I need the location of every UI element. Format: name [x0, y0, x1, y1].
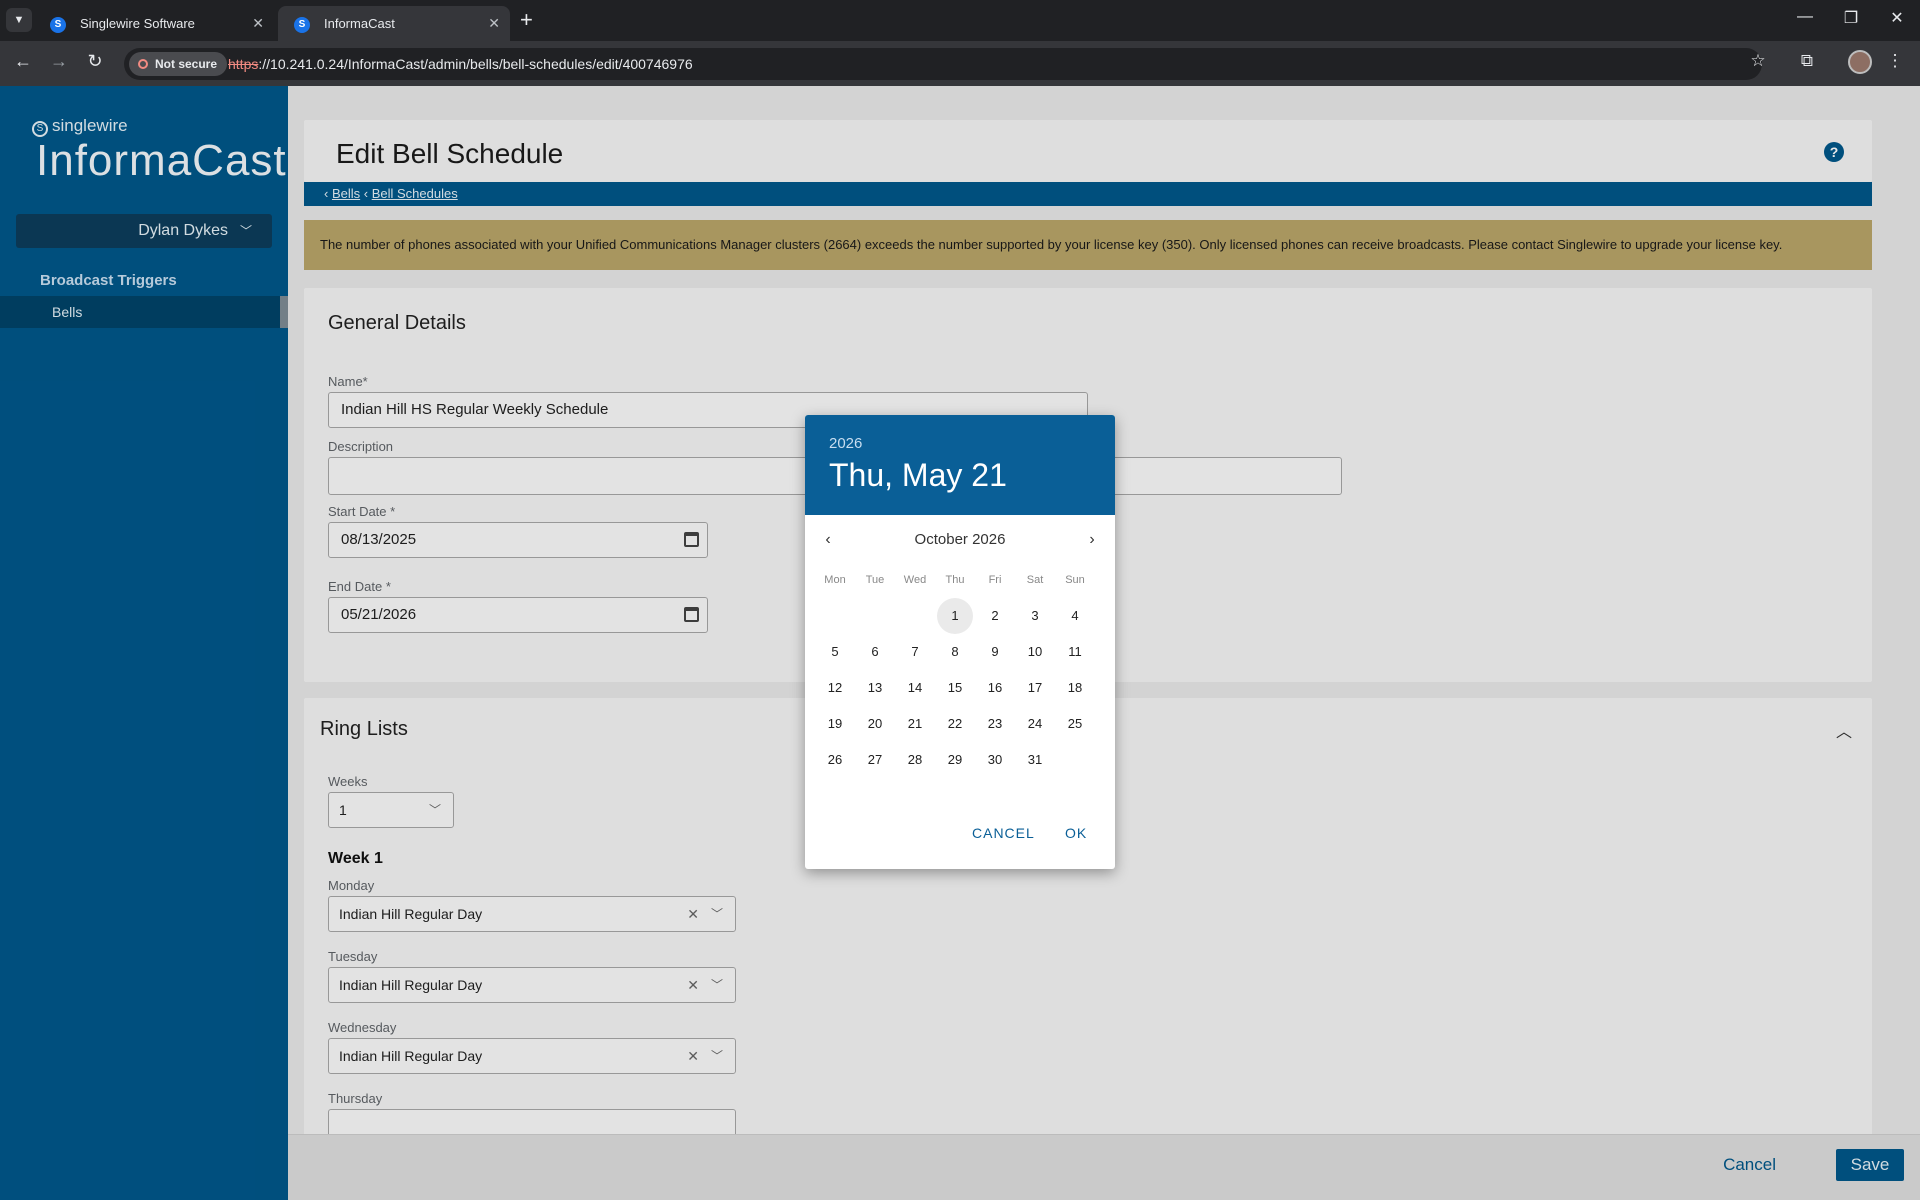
tab-search-button[interactable]: ▼	[6, 8, 32, 32]
calendar-day[interactable]: 2	[977, 598, 1013, 634]
calendar-day[interactable]: 16	[977, 670, 1013, 706]
browser-tab-informacast[interactable]: S InformaCast ✕	[278, 6, 510, 41]
singlewire-icon: S	[294, 17, 310, 33]
calendar-day[interactable]: 30	[977, 742, 1013, 778]
new-tab-button[interactable]: +	[520, 8, 533, 32]
tab-title: InformaCast	[324, 16, 395, 31]
previous-month-icon[interactable]: ‹	[818, 531, 838, 549]
calendar-day[interactable]: 10	[1017, 634, 1053, 670]
date-picker-header: 2026 Thu, May 21	[805, 415, 1115, 515]
calendar-day[interactable]: 28	[897, 742, 933, 778]
calendar-day[interactable]: 1	[937, 598, 973, 634]
calendar-day[interactable]: 17	[1017, 670, 1053, 706]
back-icon[interactable]: ←	[10, 51, 36, 72]
calendar-day[interactable]: 9	[977, 634, 1013, 670]
close-tab-icon[interactable]: ✕	[488, 6, 500, 41]
calendar-day[interactable]: 8	[937, 634, 973, 670]
calendar-day[interactable]: 14	[897, 670, 933, 706]
weekday-label: Sun	[1065, 574, 1085, 586]
url-text[interactable]: https://10.241.0.24/InformaCast/admin/be…	[228, 48, 693, 80]
browser-tab-bar: ▼ S Singlewire Software ✕ S InformaCast …	[0, 0, 1920, 41]
calendar-day[interactable]: 5	[817, 634, 853, 670]
calendar-day[interactable]: 18	[1057, 670, 1093, 706]
calendar-day[interactable]: 26	[817, 742, 853, 778]
calendar-day[interactable]: 24	[1017, 706, 1053, 742]
url-scheme: https	[228, 56, 259, 72]
calendar-day[interactable]: 7	[897, 634, 933, 670]
calendar-day[interactable]: 4	[1057, 598, 1093, 634]
calendar-day[interactable]: 11	[1057, 634, 1093, 670]
singlewire-icon: S	[50, 17, 66, 33]
calendar-day[interactable]: 27	[857, 742, 893, 778]
profile-avatar[interactable]	[1848, 50, 1872, 74]
not-secure-badge[interactable]: Not secure	[129, 52, 228, 76]
weekday-label: Sat	[1026, 574, 1044, 586]
picker-ok-button[interactable]: OK	[1065, 825, 1087, 841]
minimize-icon[interactable]: —	[1790, 8, 1820, 26]
calendar-day[interactable]: 19	[817, 706, 853, 742]
picker-cancel-button[interactable]: CANCEL	[972, 825, 1035, 841]
calendar-day[interactable]: 15	[937, 670, 973, 706]
browser-tab-singlewire[interactable]: S Singlewire Software ✕	[34, 6, 274, 41]
next-month-icon[interactable]: ›	[1082, 531, 1102, 549]
date-picker-dialog: 2026 Thu, May 21 October 2026 ‹ › Mon Tue…	[805, 415, 1115, 869]
weekday-label: Thu	[945, 574, 965, 586]
calendar-day[interactable]: 6	[857, 634, 893, 670]
weekday-label: Tue	[865, 574, 885, 586]
reload-icon[interactable]: ↻	[82, 51, 108, 72]
weekday-label: Wed	[903, 574, 927, 586]
month-label: October 2026	[914, 531, 1006, 548]
browser-toolbar: ← → ↻ Not secure https://10.241.0.24/Inf…	[0, 41, 1920, 86]
weekday-label: Mon	[824, 574, 846, 586]
close-tab-icon[interactable]: ✕	[252, 6, 264, 41]
calendar-day[interactable]: 22	[937, 706, 973, 742]
restore-icon[interactable]: ❐	[1836, 8, 1866, 28]
weekday-label: Fri	[988, 574, 1002, 586]
selected-date: Thu, May 21	[829, 457, 1007, 493]
url-path: ://10.241.0.24/InformaCast/admin/bells/b…	[258, 56, 693, 72]
calendar-day[interactable]: 23	[977, 706, 1013, 742]
calendar-day[interactable]: 29	[937, 742, 973, 778]
extensions-icon[interactable]: ⧉	[1793, 51, 1821, 71]
calendar-day[interactable]: 3	[1017, 598, 1053, 634]
calendar-day[interactable]: 31	[1017, 742, 1053, 778]
forward-icon[interactable]: →	[46, 51, 72, 72]
address-bar[interactable]: Not secure https://10.241.0.24/InformaCa…	[124, 48, 1762, 80]
warning-icon	[138, 59, 148, 69]
tab-title: Singlewire Software	[80, 16, 195, 31]
close-window-icon[interactable]: ✕	[1882, 8, 1912, 28]
calendar-day[interactable]: 12	[817, 670, 853, 706]
calendar-day[interactable]: 13	[857, 670, 893, 706]
calendar-day[interactable]: 21	[897, 706, 933, 742]
calendar-day[interactable]: 20	[857, 706, 893, 742]
bookmark-star-icon[interactable]: ☆	[1744, 51, 1772, 71]
page-viewport: Ssinglewire InformaCast Dylan Dykes ﹀ Bro…	[0, 86, 1920, 1200]
calendar-day[interactable]: 25	[1057, 706, 1093, 742]
year-selector[interactable]: 2026	[829, 435, 862, 452]
not-secure-label: Not secure	[155, 57, 218, 71]
menu-icon[interactable]: ⋮	[1881, 51, 1909, 71]
